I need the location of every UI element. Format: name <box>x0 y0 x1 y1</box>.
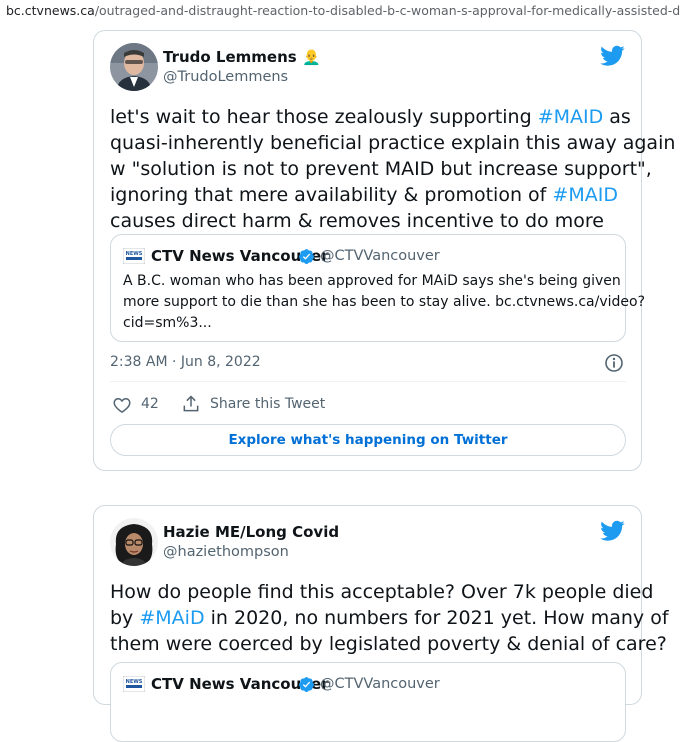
verified-badge-icon <box>299 249 314 264</box>
ctv-news-logo-icon: NEWS <box>123 248 145 264</box>
author-emoji: 👨‍🦲 <box>301 48 321 66</box>
twitter-bird-icon[interactable] <box>600 520 625 542</box>
quoted-author-handle: @CTVVancouver <box>320 676 440 692</box>
tweet-text-line: ignoring that mere availability & promot… <box>110 182 632 208</box>
url-host: bc.ctvnews.ca <box>6 3 95 18</box>
verified-badge-icon <box>299 677 314 692</box>
divider <box>110 381 626 382</box>
tweet-text-line: quasi-inherently beneficial practice exp… <box>110 130 675 156</box>
quoted-author-handle: @CTVVancouver <box>320 248 440 264</box>
embedded-tweet-2[interactable]: Hazie ME/Long Covid @haziethompson How d… <box>93 505 669 742</box>
tweet-text-segment: ignoring that mere availability & promot… <box>110 184 553 206</box>
address-bar[interactable]: bc.ctvnews.ca/outraged-and-distraught-re… <box>0 0 680 26</box>
tweet-text-line: w "solution is not to prevent MAID but i… <box>110 156 652 182</box>
tweet-text: How do people find this acceptable? Over… <box>110 579 669 657</box>
explore-button[interactable]: Explore what's happening on Twitter <box>110 424 626 456</box>
tweet-text: let's wait to hear those zealously suppo… <box>110 104 675 234</box>
url-path: /outraged-and-distraught-reaction-to-dis… <box>94 3 680 18</box>
tweet-text-segment: in 2020, no numbers for 2021 yet. How ma… <box>204 607 669 629</box>
info-icon[interactable] <box>604 353 624 373</box>
author-name[interactable]: Hazie ME/Long Covid <box>163 523 339 541</box>
avatar[interactable] <box>110 518 158 566</box>
tweet-text-segment: them were coerced by legislated poverty … <box>110 633 667 655</box>
twitter-bird-icon[interactable] <box>600 45 625 67</box>
quoted-tweet[interactable]: NEWS CTV News Vancouver @CTVVancouver A … <box>110 234 645 342</box>
like-count: 42 <box>141 396 159 412</box>
author-name[interactable]: Trudo Lemmens 👨‍🦲 <box>163 48 321 66</box>
heart-icon[interactable] <box>112 395 132 415</box>
tweet-text-segment: quasi-inherently beneficial practice exp… <box>110 132 676 154</box>
tweet-text-segment: How do people find this acceptable? Over… <box>110 581 654 603</box>
tweet-text-segment: w "solution is not to prevent MAID but i… <box>110 158 652 180</box>
tweet-timestamp[interactable]: 2:38 AM · Jun 8, 2022 <box>110 354 261 370</box>
tweet-text-line: let's wait to hear those zealously suppo… <box>110 104 632 130</box>
tweet-text-line: causes direct harm & removes incentive t… <box>110 208 632 234</box>
tweet-text-line: by #MAiD in 2020, no numbers for 2021 ye… <box>110 605 669 631</box>
author-handle[interactable]: @haziethompson <box>163 544 289 560</box>
avatar[interactable] <box>110 43 158 91</box>
svg-text:NEWS: NEWS <box>126 679 143 685</box>
quoted-tweet-text: A B.C. woman who has been approved for M… <box>123 273 645 331</box>
author-handle[interactable]: @TrudoLemmens <box>163 69 288 85</box>
tweet-text-segment: let's wait to hear those zealously suppo… <box>110 106 538 128</box>
tweet-text-segment: as <box>603 106 631 128</box>
tweet-text-line: How do people find this acceptable? Over… <box>110 579 653 605</box>
hashtag-link[interactable]: #MAID <box>538 106 604 128</box>
ctv-news-logo-icon: NEWS <box>123 676 145 692</box>
share-button[interactable]: Share this Tweet <box>210 396 325 412</box>
embedded-tweet-1[interactable]: Trudo Lemmens 👨‍🦲 @TrudoLemmens let's wa… <box>93 30 675 471</box>
hashtag-link[interactable]: #MAiD <box>139 607 204 629</box>
quoted-tweet[interactable]: NEWS CTV News Vancouver @CTVVancouver <box>110 662 626 742</box>
tweet-text-segment: causes direct harm & removes incentive t… <box>110 210 604 232</box>
hashtag-link[interactable]: #MAID <box>552 184 618 206</box>
svg-text:NEWS: NEWS <box>126 251 143 257</box>
tweet-text-line: them were coerced by legislated poverty … <box>110 631 667 657</box>
share-icon[interactable] <box>181 394 201 414</box>
tweet-text-segment: by <box>110 607 140 629</box>
